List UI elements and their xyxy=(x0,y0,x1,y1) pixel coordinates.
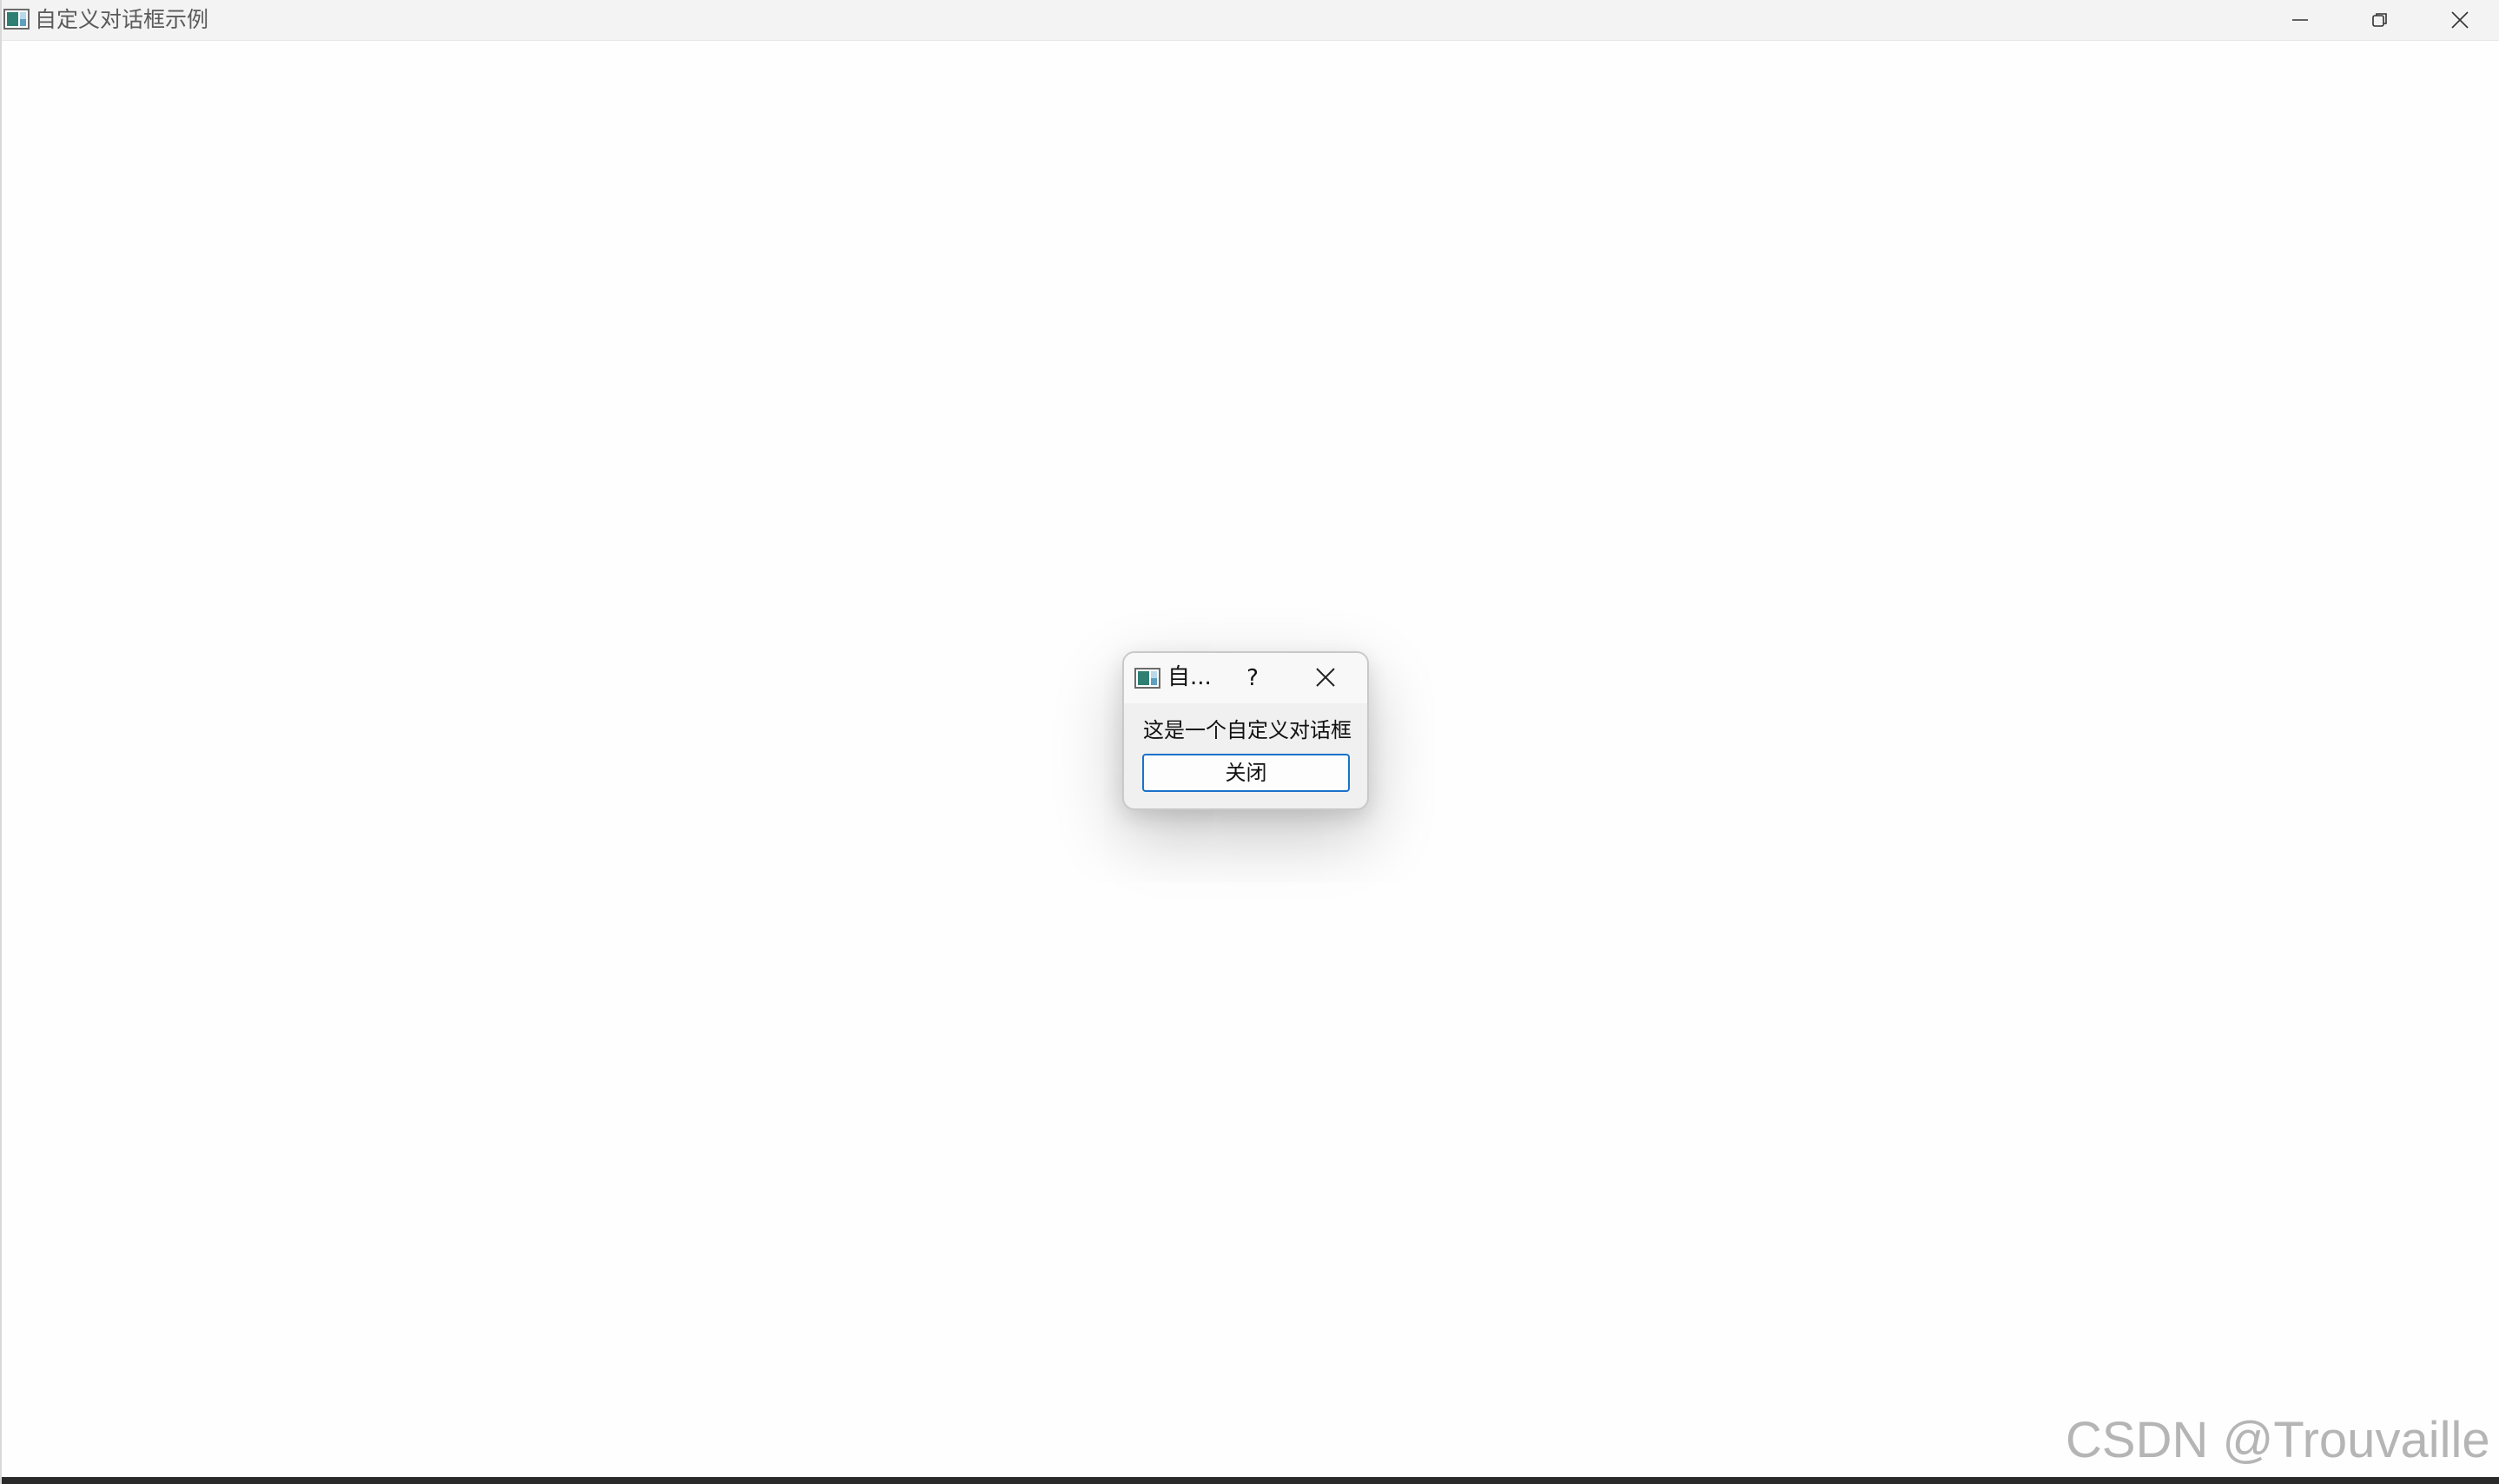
window-app-icon xyxy=(3,9,30,30)
dialog-message: 这是一个自定义对话框 xyxy=(1143,718,1352,742)
dialog-title: 自... xyxy=(1167,664,1212,690)
dialog-titlebar[interactable]: 自... ? xyxy=(1124,653,1367,703)
close-button[interactable]: 关闭 xyxy=(1142,754,1350,792)
main-window: 自定义对话框示例 自... ? 这是一个自定义对话框 关闭 CSDN @Trou… xyxy=(0,0,2499,1484)
window-title: 自定义对话框示例 xyxy=(35,7,209,32)
close-icon xyxy=(1316,668,1335,687)
dialog-close-x-button[interactable] xyxy=(1294,658,1357,698)
custom-dialog: 自... ? 这是一个自定义对话框 关闭 xyxy=(1122,651,1369,810)
restore-icon xyxy=(2372,13,2387,27)
watermark: CSDN @Trouvaille ~ xyxy=(2066,1412,2499,1468)
window-close-button[interactable] xyxy=(2420,0,2499,40)
dialog-app-icon xyxy=(1134,668,1160,689)
minimize-icon xyxy=(2292,19,2308,21)
window-bottom-edge xyxy=(2,1477,2499,1484)
help-button[interactable]: ? xyxy=(1221,658,1284,698)
main-titlebar[interactable]: 自定义对话框示例 xyxy=(2,0,2499,41)
restore-button[interactable] xyxy=(2340,0,2420,40)
minimize-button[interactable] xyxy=(2260,0,2340,40)
close-icon xyxy=(2451,11,2469,29)
